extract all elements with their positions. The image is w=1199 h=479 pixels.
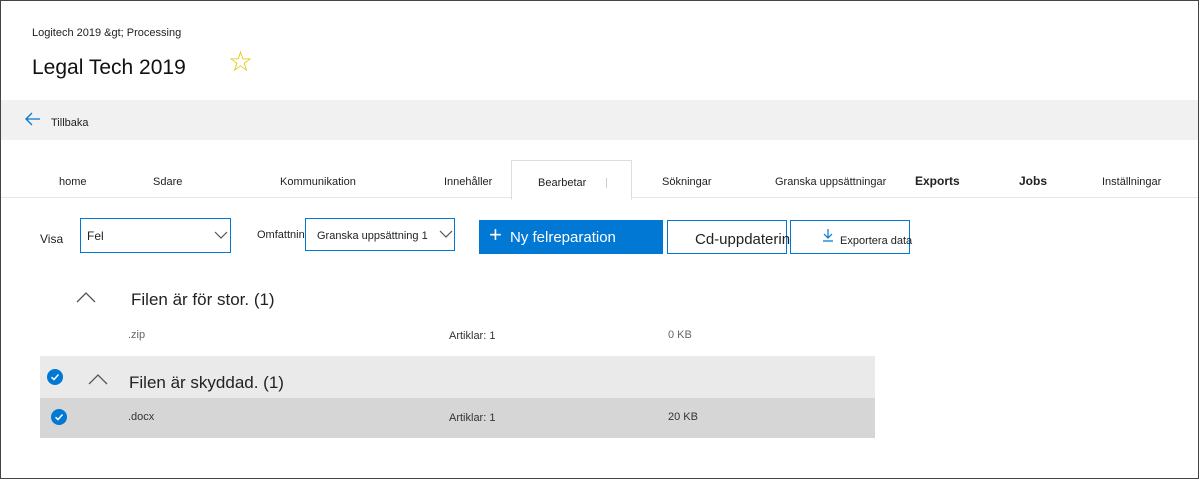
star-icon[interactable]: ☆ <box>228 48 253 76</box>
tab-installningar[interactable]: Inställningar <box>1102 176 1161 188</box>
back-bar <box>1 100 1198 140</box>
tab-sokningar[interactable]: Sökningar <box>662 176 712 188</box>
download-icon <box>822 228 834 247</box>
item-count: Artiklar: 1 <box>449 330 496 342</box>
chevron-down-icon <box>439 227 453 241</box>
export-data-button[interactable]: Exportera data <box>790 220 913 254</box>
cd-update-label: Cd-uppdatering <box>695 231 799 248</box>
visa-value: Fel <box>87 229 104 243</box>
tab-marker <box>606 178 607 188</box>
group-title: Filen är för stor. (1) <box>131 290 275 309</box>
plus-icon: + <box>489 222 502 247</box>
breadcrumb[interactable]: Logitech 2019 &gt; Processing <box>32 27 181 39</box>
tab-label: Bearbetar <box>538 177 587 189</box>
file-size: 20 KB <box>668 411 698 423</box>
checkmark-circle-icon[interactable] <box>51 409 67 425</box>
page-title: Legal Tech 2019 <box>32 56 186 79</box>
group-title: Filen är skyddad. (1) <box>129 373 284 392</box>
new-repair-button[interactable]: + Ny felreparation <box>479 220 663 254</box>
new-repair-label: Ny felreparation <box>510 229 616 246</box>
arrow-left-icon[interactable] <box>24 110 42 133</box>
omfattning-select[interactable]: Granska uppsättning 1 <box>305 218 455 251</box>
tab-exports[interactable]: Exports <box>915 174 960 188</box>
omfattning-value: Granska uppsättning 1 <box>317 230 428 242</box>
chevron-down-icon <box>214 228 228 242</box>
tab-sdare[interactable]: Sdare <box>153 176 182 188</box>
cd-update-button[interactable]: Cd-uppdatering <box>667 220 798 254</box>
checkmark-circle-icon[interactable] <box>47 369 63 385</box>
back-link[interactable]: Tillbaka <box>51 117 89 129</box>
tab-home[interactable]: home <box>59 176 87 188</box>
file-name: .zip <box>128 329 146 341</box>
file-size: 0 KB <box>668 329 692 341</box>
tab-granska-uppsattningar[interactable]: Granska uppsättningar <box>775 176 886 188</box>
export-data-label: Exportera data <box>840 235 913 247</box>
tab-kommunikation[interactable]: Kommunikation <box>280 176 356 188</box>
chevron-up-icon[interactable] <box>76 290 96 308</box>
tab-innehaller[interactable]: Innehåller <box>444 176 492 188</box>
visa-label: Visa <box>40 232 64 246</box>
tab-jobs[interactable]: Jobs <box>1019 174 1047 188</box>
tab-bearbetar[interactable]: Bearbetar <box>511 160 632 200</box>
visa-select[interactable]: Fel <box>80 218 231 253</box>
chevron-up-icon[interactable] <box>88 372 108 390</box>
item-count: Artiklar: 1 <box>449 412 496 424</box>
file-name: .docx <box>128 411 155 423</box>
